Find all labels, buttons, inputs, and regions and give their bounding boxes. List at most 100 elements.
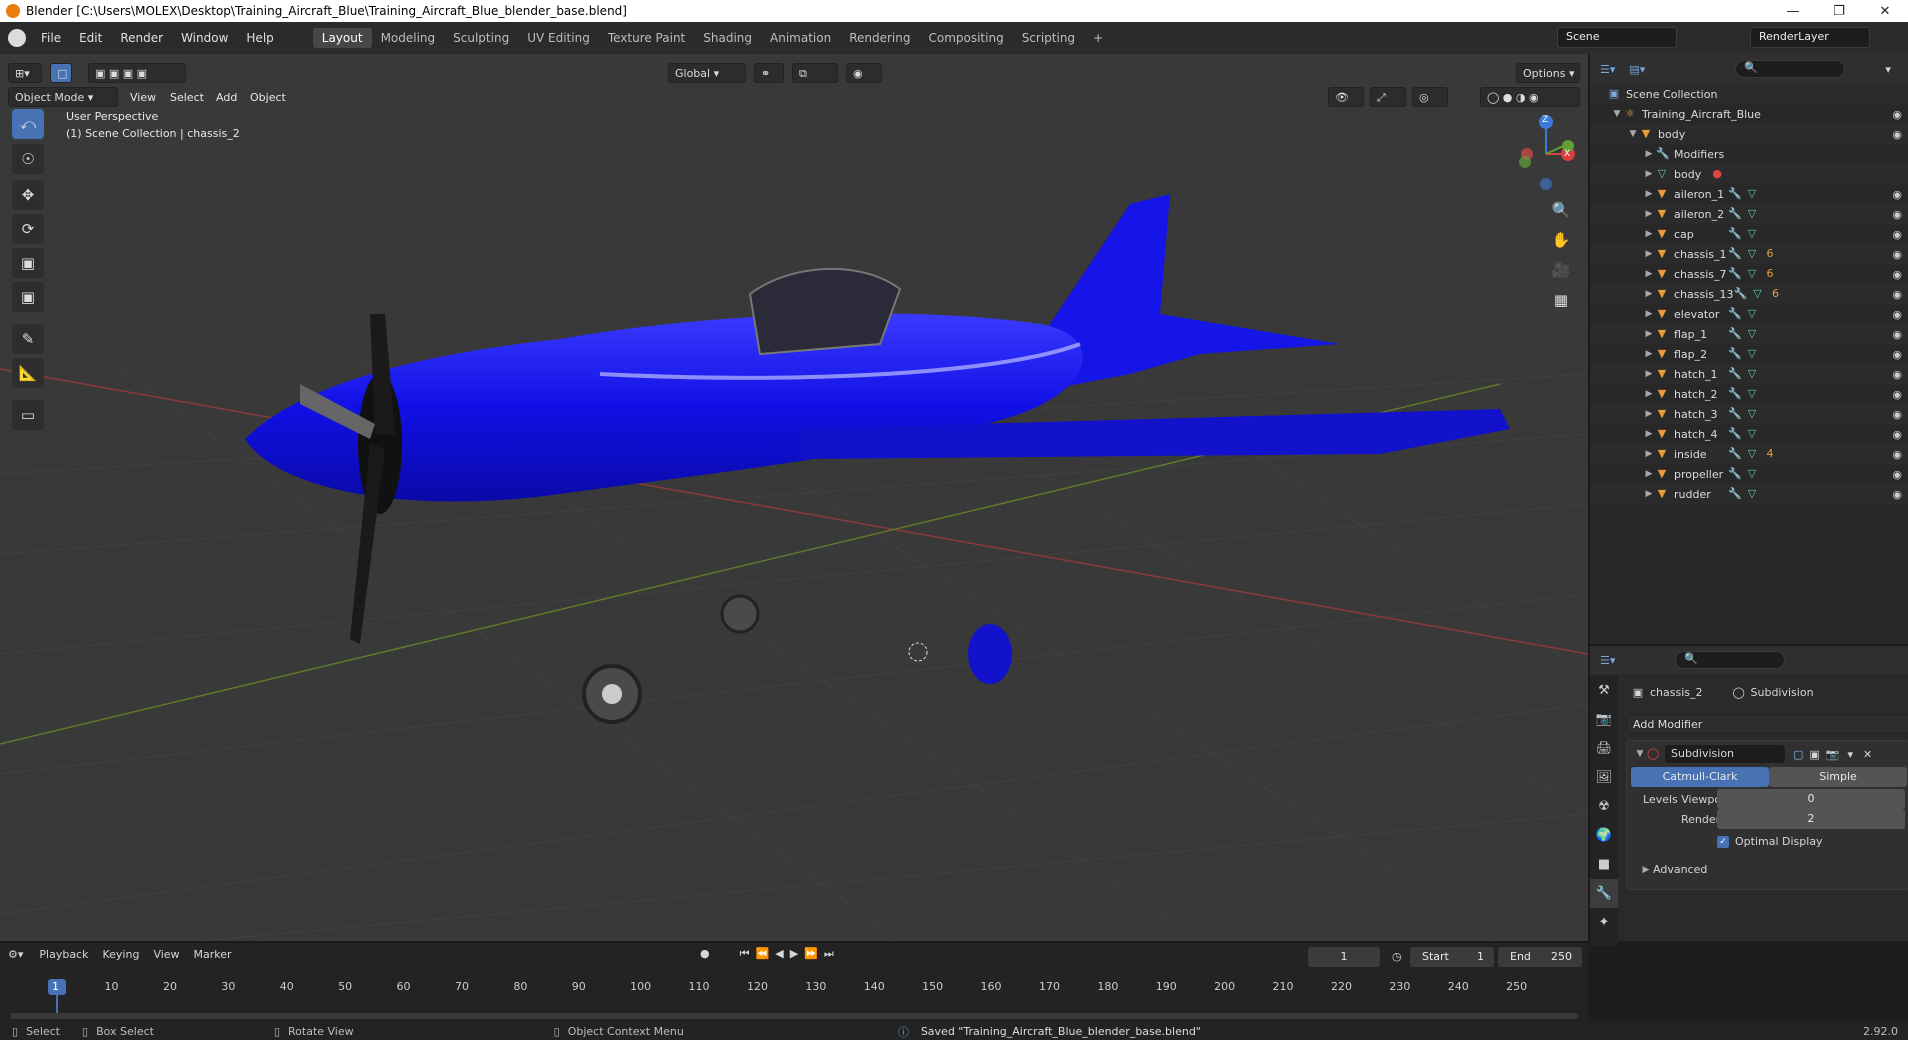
- render-toggle-icon[interactable]: 📷: [1826, 748, 1840, 761]
- outliner-object-row[interactable]: ▶ ▼ inside 🔧 ▽ 4 ◉: [1590, 444, 1908, 464]
- zoom-icon[interactable]: 🔍: [1546, 195, 1576, 225]
- outliner-body-object[interactable]: ▼ ▼ body ◉: [1590, 124, 1908, 144]
- visibility-eye-icon[interactable]: ◉: [1892, 328, 1902, 341]
- outliner-object-row[interactable]: ▶ ▼ cap 🔧 ▽ ◉: [1590, 224, 1908, 244]
- optimal-display-checkbox[interactable]: ✓: [1717, 835, 1729, 848]
- pivot-point-icon[interactable]: ⚭: [754, 63, 784, 83]
- perspective-toggle-icon[interactable]: ▦: [1546, 285, 1576, 315]
- selection-mode-buttons[interactable]: ▣ ▣ ▣ ▣: [88, 63, 186, 83]
- outliner-object-row[interactable]: ▶ ▼ hatch_1 🔧 ▽ ◉: [1590, 364, 1908, 384]
- visibility-eye-icon[interactable]: ◉: [1892, 288, 1902, 301]
- minimize-button[interactable]: —: [1770, 4, 1816, 19]
- outliner-object-row[interactable]: ▶ ▼ aileron_2 🔧 ▽ ◉: [1590, 204, 1908, 224]
- visibility-eye-icon[interactable]: ◉: [1892, 248, 1902, 261]
- outliner-scene-collection[interactable]: ▣ Scene Collection: [1590, 84, 1908, 104]
- proportional-edit-icon[interactable]: ◉: [846, 63, 882, 83]
- tab-compositing[interactable]: Compositing: [919, 28, 1012, 48]
- outliner-editor-type-icon[interactable]: ☰▾: [1600, 63, 1615, 76]
- expand-arrow-icon[interactable]: ▼: [1610, 109, 1624, 119]
- tab-texture-paint[interactable]: Texture Paint: [599, 28, 694, 48]
- visibility-eye-icon[interactable]: ◉: [1892, 448, 1902, 461]
- object-tab-icon[interactable]: ■: [1590, 850, 1618, 879]
- outliner-object-row[interactable]: ▶ ▼ hatch_2 🔧 ▽ ◉: [1590, 384, 1908, 404]
- rotate-tool-icon[interactable]: ⟳: [12, 214, 44, 244]
- visibility-eye-icon[interactable]: ◉: [1892, 468, 1902, 481]
- menu-help[interactable]: Help: [237, 31, 282, 45]
- expand-arrow-icon[interactable]: ▶: [1642, 249, 1656, 259]
- expand-arrow-icon[interactable]: ▶: [1642, 469, 1656, 479]
- expand-arrow-icon[interactable]: ▶: [1642, 429, 1656, 439]
- outliner-object-row[interactable]: ▶ ▼ aileron_1 🔧 ▽ ◉: [1590, 184, 1908, 204]
- visibility-eye-icon[interactable]: ◉: [1892, 208, 1902, 221]
- tab-layout[interactable]: Layout: [312, 28, 372, 48]
- output-tab-icon[interactable]: 🖨: [1590, 734, 1618, 763]
- shading-mode-buttons[interactable]: ◯ ● ◑ ◉: [1480, 87, 1580, 107]
- visibility-eye-icon[interactable]: ◉: [1892, 348, 1902, 361]
- expand-arrow-icon[interactable]: ▶: [1642, 189, 1656, 199]
- outliner-object-row[interactable]: ▶ ▼ rudder 🔧 ▽ ◉: [1590, 484, 1908, 504]
- outliner-mesh-row[interactable]: ▶ ▽ body ●: [1590, 164, 1908, 184]
- expand-arrow-icon[interactable]: ▶: [1642, 489, 1656, 499]
- tab-sculpting[interactable]: Sculpting: [444, 28, 518, 48]
- outliner-object-row[interactable]: ▶ ▼ flap_1 🔧 ▽ ◉: [1590, 324, 1908, 344]
- outliner-object-row[interactable]: ▶ ▼ hatch_3 🔧 ▽ ◉: [1590, 404, 1908, 424]
- editmode-toggle-icon[interactable]: ▢: [1793, 748, 1803, 761]
- levels-viewport-field[interactable]: 0: [1717, 789, 1905, 809]
- options-dropdown[interactable]: Options ▾: [1516, 63, 1580, 83]
- add-cube-tool-icon[interactable]: ▭: [12, 400, 44, 430]
- blender-menu-icon[interactable]: [8, 29, 26, 47]
- 3d-viewport[interactable]: Z X ⊞▾ □ ▣ ▣ ▣ ▣ Global ▾ ⚭ ⧉ ◉ Options …: [0, 54, 1588, 941]
- viewport-menu-add[interactable]: Add: [216, 91, 237, 104]
- outliner-search-input[interactable]: 🔍: [1735, 60, 1846, 78]
- viewport-menu-view[interactable]: View: [130, 91, 156, 104]
- visibility-eye-icon[interactable]: ◉: [1892, 388, 1902, 401]
- scale-tool-icon[interactable]: ▣: [12, 248, 44, 278]
- expand-arrow-icon[interactable]: ▶: [1642, 349, 1656, 359]
- measure-tool-icon[interactable]: 📐: [12, 358, 44, 388]
- expand-arrow-icon[interactable]: ▶: [1642, 369, 1656, 379]
- outliner-display-mode-icon[interactable]: ▤▾: [1629, 63, 1645, 76]
- render-tab-icon[interactable]: 📷: [1590, 705, 1618, 734]
- render-levels-field[interactable]: 2: [1717, 809, 1905, 829]
- visibility-eye-icon[interactable]: ◉: [1892, 408, 1902, 421]
- aircraft-model[interactable]: [245, 194, 1510, 724]
- outliner-collection[interactable]: ▼ ⚛ Training_Aircraft_Blue ◉: [1590, 104, 1908, 124]
- expand-arrow-icon[interactable]: ▶: [1642, 389, 1656, 399]
- outliner-object-row[interactable]: ▶ ▼ flap_2 🔧 ▽ ◉: [1590, 344, 1908, 364]
- view-layer-tab-icon[interactable]: 🖼: [1590, 763, 1618, 792]
- modifier-tab-icon[interactable]: 🔧: [1590, 879, 1618, 908]
- visibility-eye-icon[interactable]: ◉: [1892, 128, 1902, 141]
- add-modifier-dropdown[interactable]: Add Modifier: [1626, 714, 1908, 734]
- outliner-object-row[interactable]: ▶ ▼ hatch_4 🔧 ▽ ◉: [1590, 424, 1908, 444]
- tab-animation[interactable]: Animation: [761, 28, 840, 48]
- visibility-eye-icon[interactable]: ◉: [1892, 228, 1902, 241]
- tab-scripting[interactable]: Scripting: [1013, 28, 1084, 48]
- simple-button[interactable]: Simple: [1769, 767, 1907, 787]
- visibility-eye-icon[interactable]: ◉: [1892, 428, 1902, 441]
- tool-tab-icon[interactable]: ⚒: [1590, 676, 1618, 705]
- menu-file[interactable]: File: [32, 31, 70, 45]
- modifier-menu-icon[interactable]: ▾: [1848, 748, 1854, 761]
- tab-shading[interactable]: Shading: [694, 28, 761, 48]
- expand-arrow-icon[interactable]: ▶: [1642, 309, 1656, 319]
- scene-tab-icon[interactable]: ☢: [1590, 792, 1618, 821]
- outliner-object-row[interactable]: ▶ ▼ elevator 🔧 ▽ ◉: [1590, 304, 1908, 324]
- expand-arrow-icon[interactable]: ▶: [1642, 409, 1656, 419]
- tab-uv-editing[interactable]: UV Editing: [518, 28, 599, 48]
- advanced-subpanel[interactable]: ▶ Advanced: [1639, 863, 1708, 876]
- snap-icon[interactable]: ⧉: [792, 63, 838, 83]
- maximize-button[interactable]: ❐: [1816, 4, 1862, 19]
- cursor-tool-icon[interactable]: ☉: [12, 144, 44, 174]
- transform-tool-icon[interactable]: ▣: [12, 282, 44, 312]
- viewport-toggle-icon[interactable]: ▣: [1809, 748, 1819, 761]
- expand-arrow-icon[interactable]: ▶: [1642, 449, 1656, 459]
- expand-arrow-icon[interactable]: ▶: [1642, 329, 1656, 339]
- visibility-eye-icon[interactable]: ◉: [1892, 268, 1902, 281]
- expand-arrow-icon[interactable]: ▼: [1626, 129, 1640, 139]
- viewport-menu-object[interactable]: Object: [250, 91, 286, 104]
- add-workspace-button[interactable]: +: [1084, 28, 1112, 48]
- visibility-eye-icon[interactable]: ◉: [1892, 488, 1902, 501]
- camera-view-icon[interactable]: 🎥: [1546, 255, 1576, 285]
- properties-search-input[interactable]: 🔍: [1675, 651, 1786, 669]
- visibility-icon[interactable]: 👁: [1328, 87, 1364, 107]
